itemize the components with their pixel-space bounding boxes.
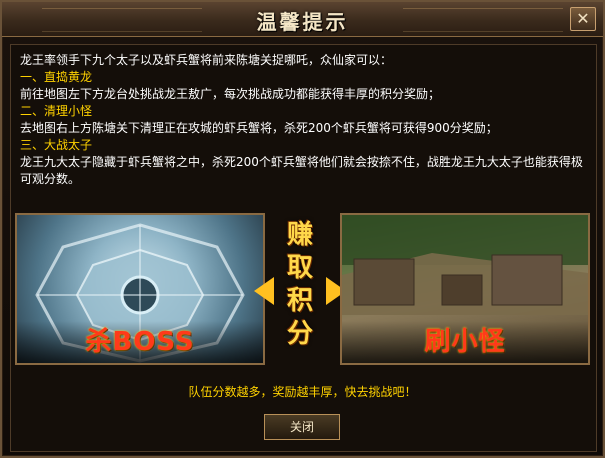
description-text: 龙王率领手下九个太子以及虾兵蟹将前来陈塘关捉哪吒，众仙家可以： 一、直捣黄龙 前…	[20, 52, 590, 188]
badge-char-3: 积	[286, 286, 313, 316]
intro-text: 龙王率领手下九个太子以及虾兵蟹将前来陈塘关捉哪吒，众仙家可以：	[20, 53, 393, 67]
boss-arena-image: 杀BOSS	[15, 213, 265, 365]
badge-char-2: 取	[286, 253, 313, 283]
badge-char-1: 赚	[286, 220, 313, 250]
footer-hint: 队伍分数越多，奖励越丰厚，快去挑战吧！	[188, 385, 417, 399]
dialog-title: 温馨提示	[256, 10, 349, 34]
earn-points-badge: 赚 取 积 分	[252, 215, 348, 365]
section-text-3: 龙王九大太子隐藏于虾兵蟹将之中，杀死200个虾兵蟹将他们就会按捺不住，战胜龙王九…	[20, 155, 583, 186]
section-heading-2: 二、清理小怪	[20, 104, 93, 118]
section-heading-3: 三、大战太子	[20, 138, 93, 152]
badge-char-4: 分	[286, 319, 313, 349]
section-text-2: 去地图右上方陈塘关下清理正在攻城的虾兵蟹将，杀死200个虾兵蟹将可获得900分奖…	[20, 121, 498, 135]
section-heading-1: 一、直捣黄龙	[20, 70, 93, 84]
clear-minions-caption: 刷小怪	[342, 321, 588, 363]
minion-city-image: 刷小怪	[340, 213, 590, 365]
section-text-1: 前往地图左下方龙台处挑战龙王敖广，每次挑战成功都能获得丰厚的积分奖励；	[20, 87, 441, 101]
arrow-left-icon	[254, 277, 274, 305]
close-button[interactable]: 关闭	[264, 414, 340, 440]
dialog-titlebar[interactable]: 温馨提示 ✕	[2, 2, 603, 37]
close-icon[interactable]: ✕	[570, 7, 596, 31]
kill-boss-caption: 杀BOSS	[17, 321, 263, 363]
